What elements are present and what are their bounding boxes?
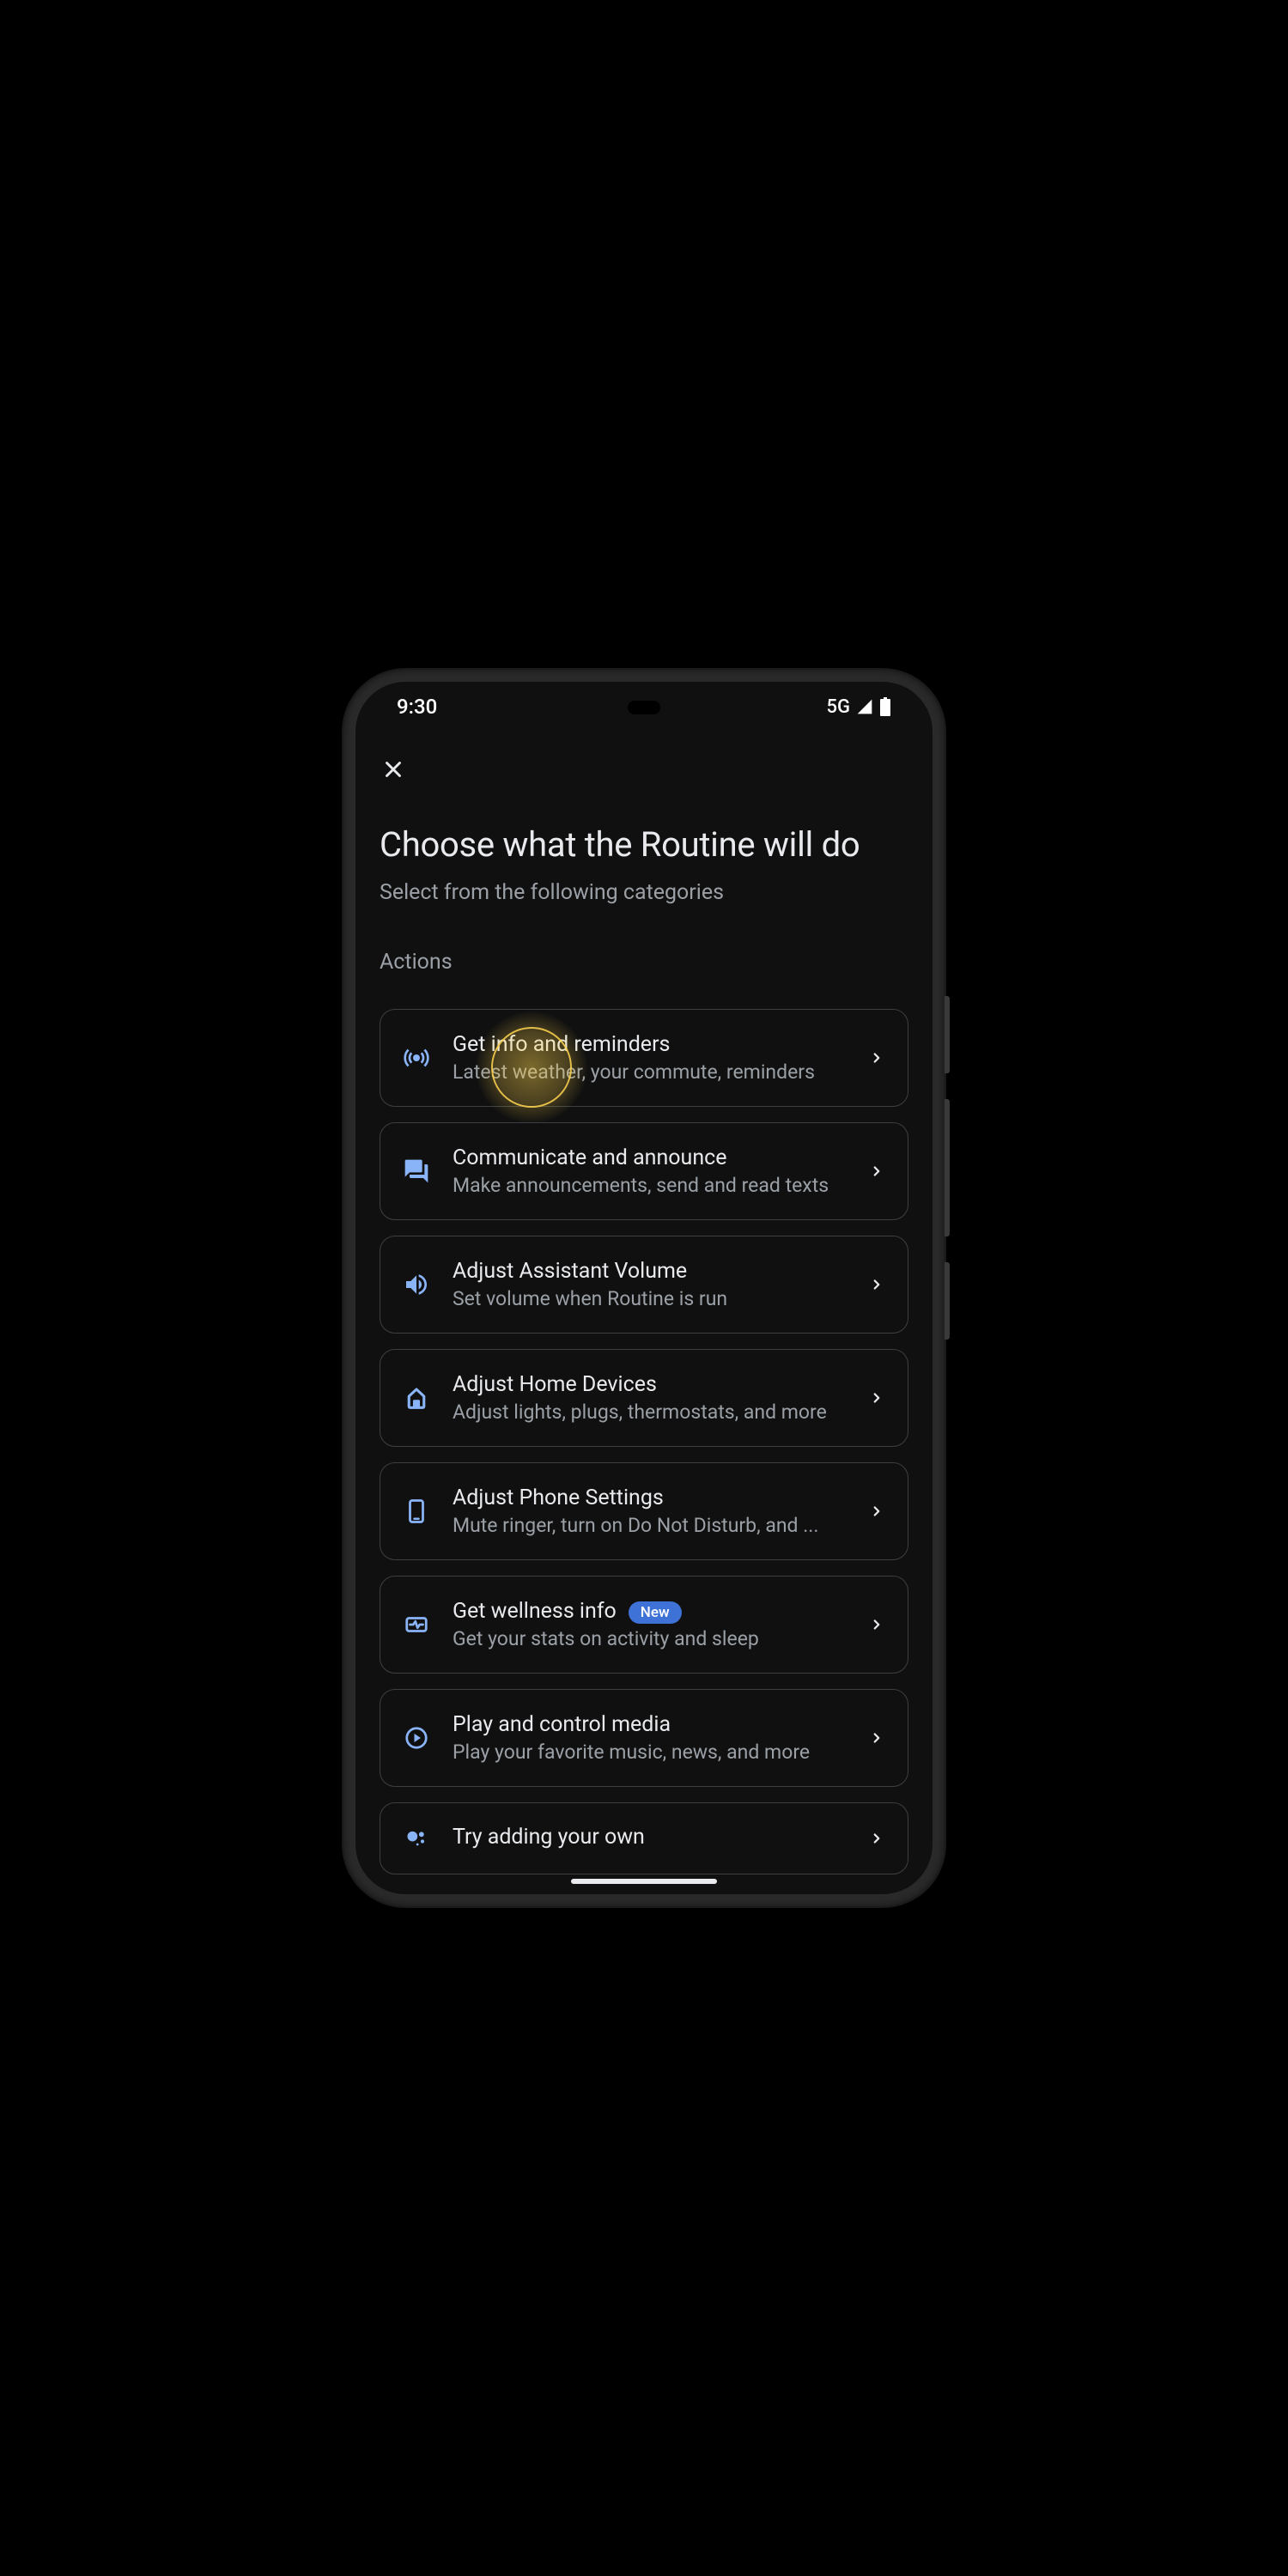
action-subtitle: Make announcements, send and read texts [453,1174,846,1197]
action-title: Communicate and announce [453,1145,846,1170]
action-subtitle: Play your favorite music, news, and more [453,1741,846,1764]
action-title: Play and control media [453,1712,846,1737]
broadcast-icon [401,1042,432,1073]
close-button[interactable] [376,752,410,787]
signal-icon [855,698,874,715]
chevron-right-icon [866,1161,887,1182]
action-item-communicate[interactable]: Communicate and announce Make announceme… [380,1122,908,1220]
phone-icon [401,1496,432,1527]
action-item-wellness[interactable]: Get wellness info New Get your stats on … [380,1576,908,1674]
navigation-handle[interactable] [571,1879,717,1884]
phone-screen: 9:30 5G Choose what the Routine will do … [355,682,933,1894]
action-subtitle: Get your stats on activity and sleep [453,1627,846,1650]
action-item-custom[interactable]: Try adding your own [380,1802,908,1874]
chevron-right-icon [866,1048,887,1068]
chevron-right-icon [866,1728,887,1748]
action-subtitle: Adjust lights, plugs, thermostats, and m… [453,1400,846,1424]
action-item-info-reminders[interactable]: Get info and reminders Latest weather, y… [380,1009,908,1107]
new-badge: New [629,1601,682,1624]
action-title: Try adding your own [453,1825,846,1850]
chevron-right-icon [866,1388,887,1408]
section-label: Actions [380,950,908,975]
chevron-right-icon [866,1614,887,1635]
action-title: Get wellness info [453,1599,617,1624]
play-icon [401,1722,432,1753]
action-subtitle: Set volume when Routine is run [453,1287,846,1310]
action-item-phone-settings[interactable]: Adjust Phone Settings Mute ringer, turn … [380,1462,908,1560]
phone-frame: 9:30 5G Choose what the Routine will do … [343,670,945,1906]
action-list: Get info and reminders Latest weather, y… [380,1009,908,1874]
wellness-icon [401,1609,432,1640]
action-title: Adjust Phone Settings [453,1485,846,1510]
phone-side-button [945,1099,950,1236]
action-title: Get info and reminders [453,1032,846,1057]
chevron-right-icon [866,1274,887,1295]
chevron-right-icon [866,1501,887,1522]
action-subtitle: Mute ringer, turn on Do Not Disturb, and… [453,1514,846,1537]
camera-cutout [628,701,660,714]
action-item-media[interactable]: Play and control media Play your favorit… [380,1689,908,1787]
action-item-volume[interactable]: Adjust Assistant Volume Set volume when … [380,1236,908,1334]
battery-icon [879,697,891,716]
home-icon [401,1382,432,1413]
volume-icon [401,1269,432,1300]
action-title: Adjust Assistant Volume [453,1259,846,1284]
assistant-icon [401,1823,432,1854]
action-subtitle: Latest weather, your commute, reminders [453,1060,846,1084]
chevron-right-icon [866,1828,887,1849]
page-title: Choose what the Routine will do [380,824,908,865]
chat-icon [401,1156,432,1187]
status-time: 9:30 [397,695,437,719]
phone-side-button [945,996,950,1073]
action-item-home-devices[interactable]: Adjust Home Devices Adjust lights, plugs… [380,1349,908,1447]
status-network: 5G [827,696,851,718]
action-title: Adjust Home Devices [453,1372,846,1397]
page-subtitle: Select from the following categories [380,880,908,905]
phone-side-button [945,1262,950,1340]
